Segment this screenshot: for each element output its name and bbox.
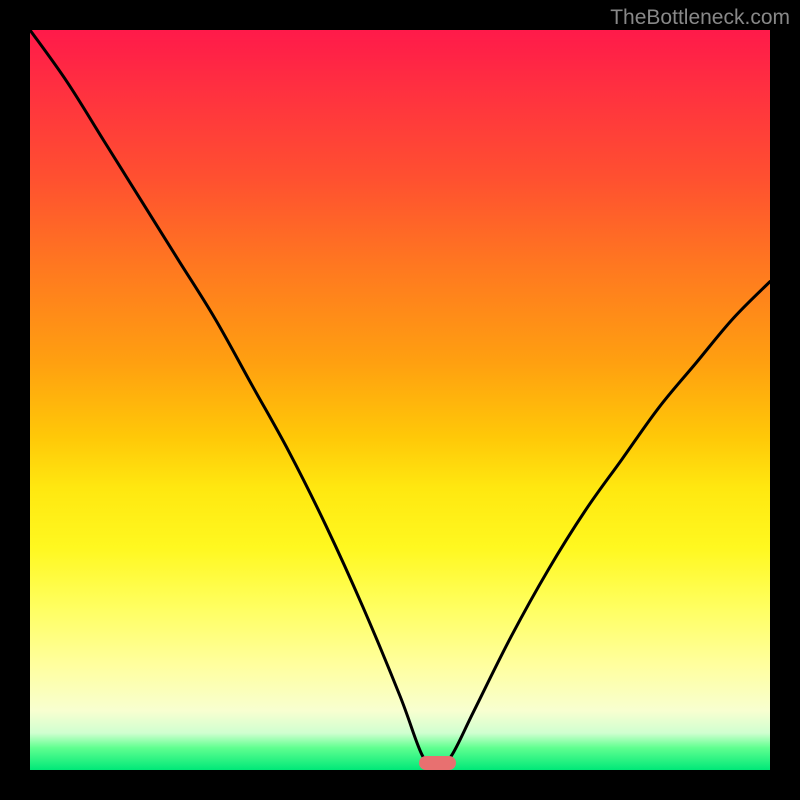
watermark-text: TheBottleneck.com (610, 6, 790, 30)
minimum-marker (419, 756, 456, 770)
bottleneck-curve (30, 30, 770, 770)
chart-plot-area (30, 30, 770, 770)
